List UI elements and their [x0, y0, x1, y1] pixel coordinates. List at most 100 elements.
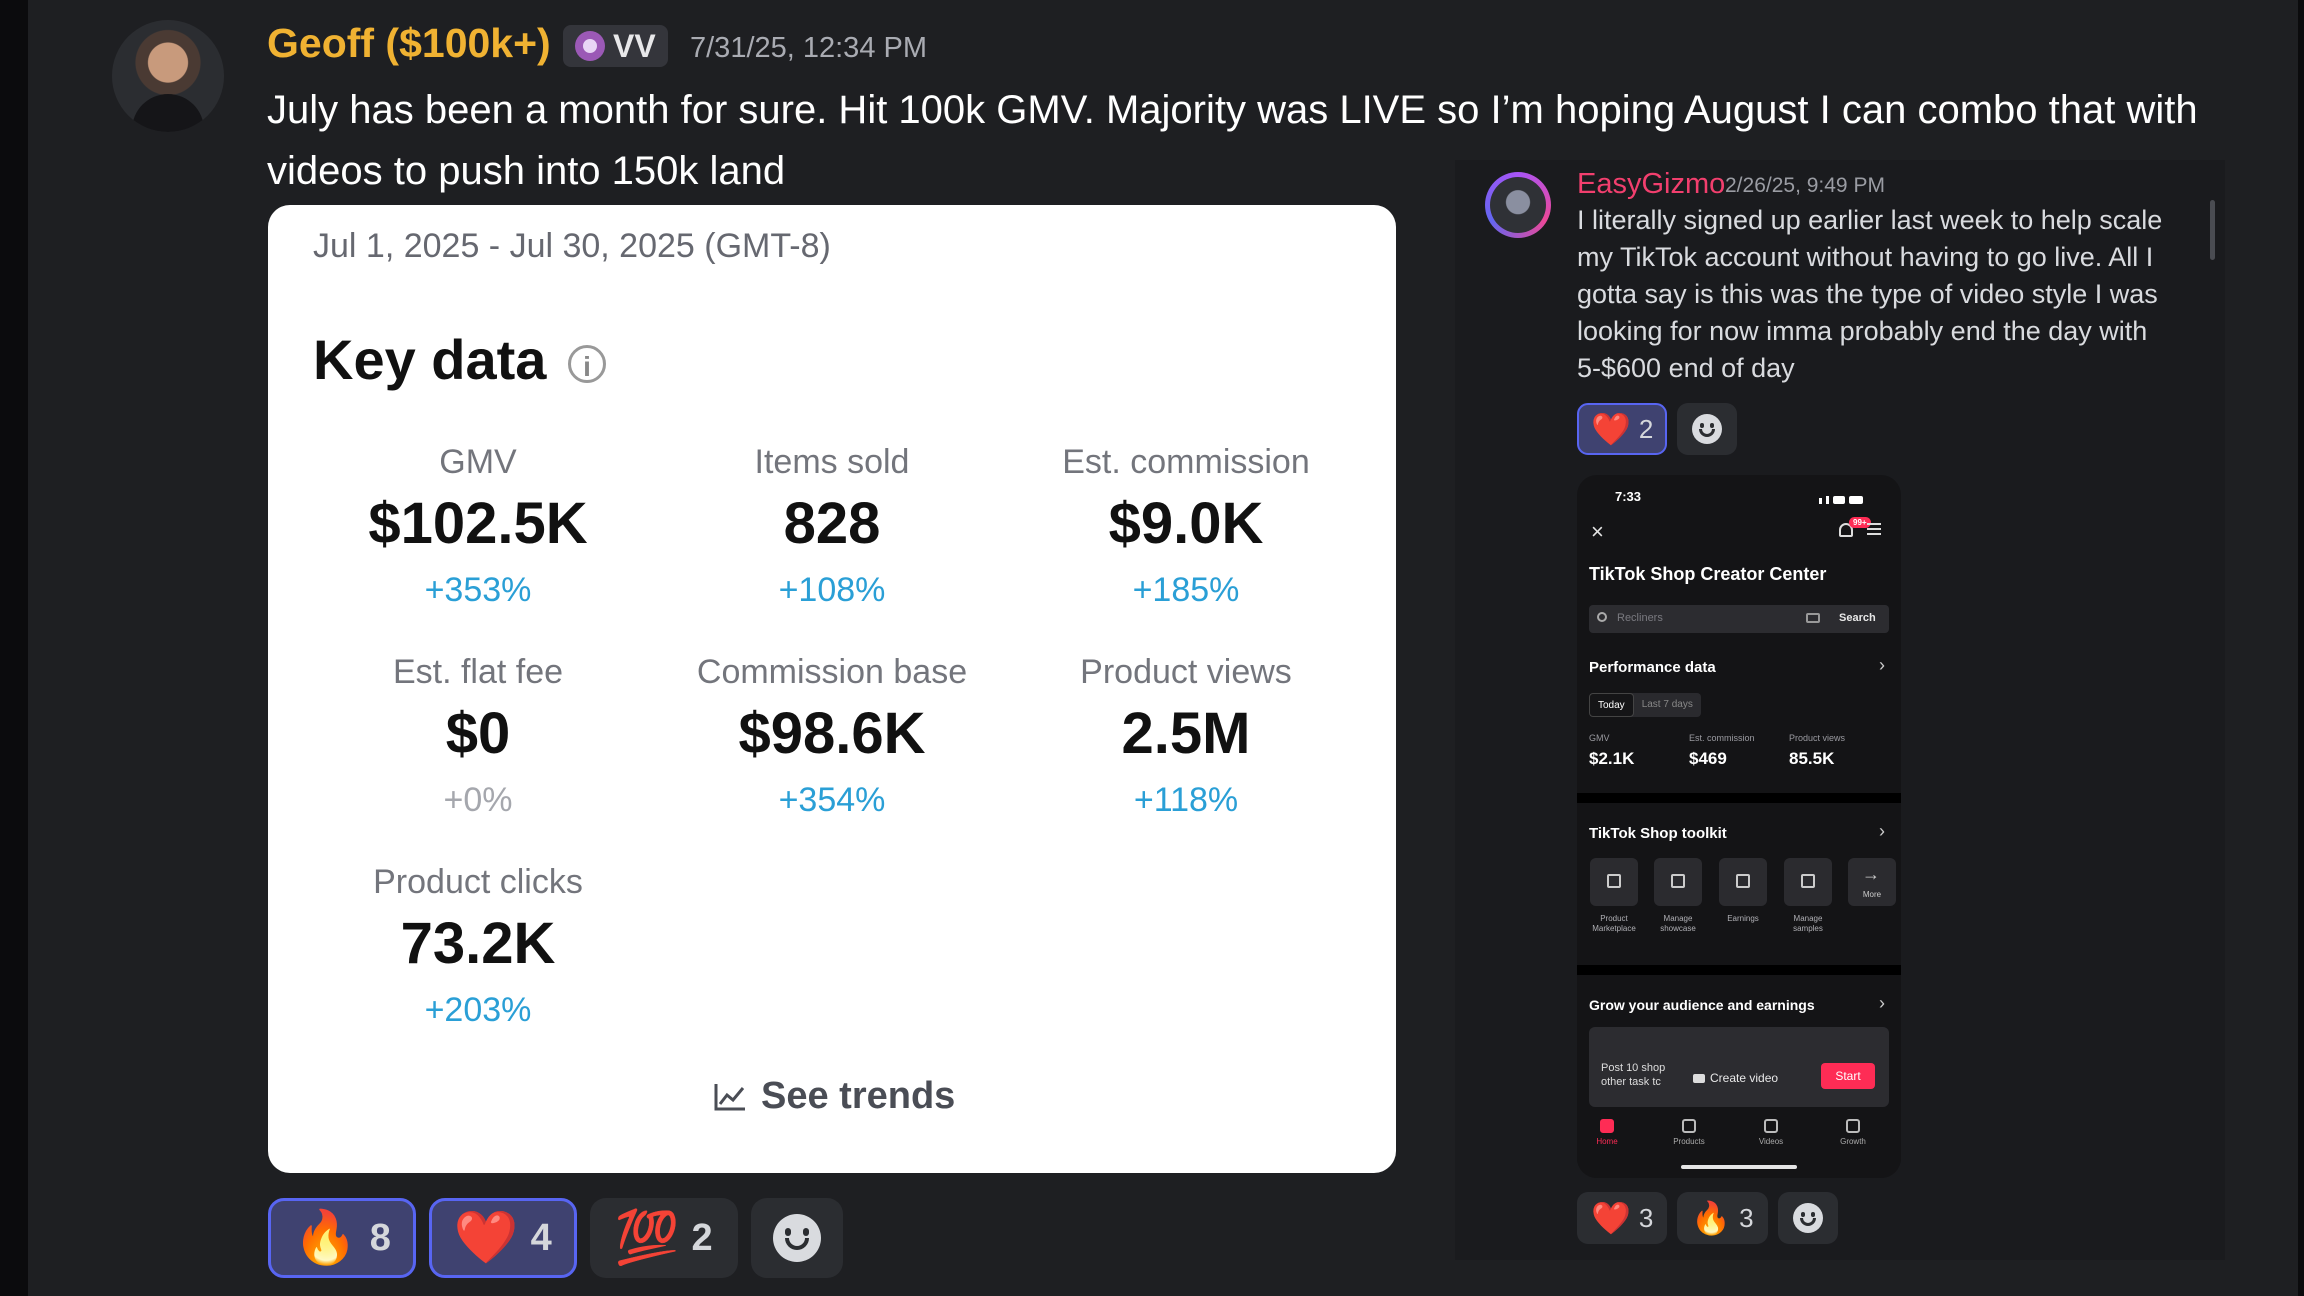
tool-manage-samples: Manage samples — [1783, 858, 1833, 934]
metric-change: +203% — [424, 991, 532, 1029]
metric-value: 73.2K — [400, 911, 556, 976]
smiley-icon — [1792, 1203, 1823, 1233]
side-reaction-bar: ❤️ 2 — [1577, 403, 1738, 455]
shop-bag-icon — [1590, 858, 1638, 906]
role-badge[interactable]: VV — [563, 25, 668, 67]
chat-view: Geoff ($100k+) VV 7/31/25, 12:34 PM July… — [28, 0, 2298, 1296]
chevron-right-icon: › — [1879, 993, 1885, 1013]
metric-label: Items sold — [754, 443, 910, 481]
badge-label: VV — [613, 27, 656, 64]
performance-title: Performance data — [1589, 659, 1716, 676]
fire-icon: 🔥 — [1691, 1200, 1732, 1236]
metric-change: +185% — [1132, 571, 1240, 609]
metric-value: 2.5M — [1121, 701, 1251, 766]
phone-stat-views: Product views 85.5K — [1789, 733, 1845, 769]
side-reaction-heart[interactable]: ❤️ 2 — [1577, 403, 1668, 455]
metric-label: Product clicks — [373, 863, 583, 901]
video-icon — [1764, 1119, 1778, 1133]
reaction-count: 4 — [530, 1216, 552, 1259]
phone-page-title: TikTok Shop Creator Center — [1589, 564, 1827, 584]
status-bar-icons — [1819, 491, 1873, 504]
phone-stat-gmv: GMV $2.1K — [1589, 733, 1634, 769]
key-data-title: Key data — [313, 328, 547, 391]
grow-title: Grow your audience and earnings — [1589, 997, 1815, 1013]
badge-icon — [575, 31, 605, 61]
tool-label: Product Marketplace — [1592, 914, 1636, 933]
trend-chart-icon — [714, 1083, 745, 1110]
tab-last-7-days: Last 7 days — [1641, 699, 1693, 710]
metric-est-flat-fee: Est. flat fee $0 +0% — [298, 653, 658, 820]
reaction-heart[interactable]: ❤️ 4 — [428, 1198, 577, 1278]
fire-icon: 🔥 — [293, 1209, 358, 1267]
stat-value: $2.1K — [1589, 749, 1635, 768]
heart-icon: ❤️ — [1591, 411, 1631, 447]
search-button: Search — [1839, 612, 1876, 624]
see-trends-link: See trends — [713, 1075, 955, 1118]
reaction-bar: 🔥 8 ❤️ 4 💯 2 — [268, 1198, 843, 1278]
section-divider — [1577, 793, 1901, 803]
see-trends-label: See trends — [761, 1075, 956, 1117]
menu-icon — [1867, 523, 1881, 535]
heart-icon: ❤️ — [1591, 1200, 1631, 1236]
period-tabs: Today Last 7 days — [1589, 693, 1701, 717]
phone-search-bar: Recliners Search — [1589, 605, 1889, 633]
search-placeholder: Recliners — [1617, 612, 1663, 624]
smiley-icon — [772, 1214, 821, 1262]
chevron-right-icon: › — [1879, 821, 1885, 841]
side-reaction-fire[interactable]: 🔥 3 — [1677, 1192, 1768, 1244]
bag-icon — [1682, 1119, 1696, 1133]
earnings-icon — [1719, 858, 1767, 906]
more-label: More — [1862, 890, 1882, 899]
metric-value: $98.6K — [738, 701, 926, 766]
metric-label: Est. flat fee — [392, 653, 564, 691]
metric-product-clicks: Product clicks 73.2K +203% — [298, 863, 658, 1030]
metric-est-commission: Est. commission $9.0K +185% — [1006, 443, 1366, 610]
reaction-count: 8 — [369, 1216, 391, 1259]
easygizmo-avatar[interactable] — [1485, 172, 1551, 238]
showcase-bag-icon — [1654, 858, 1702, 906]
tool-more: → More — [1847, 858, 1897, 906]
close-icon: × — [1591, 519, 1604, 544]
side-author-name[interactable]: EasyGizmo — [1577, 168, 1725, 201]
reaction-hundred[interactable]: 💯 2 — [589, 1198, 738, 1278]
reaction-count: 2 — [1638, 413, 1654, 444]
reaction-fire[interactable]: 🔥 8 — [268, 1198, 416, 1278]
smiley-icon — [1692, 414, 1723, 444]
gift-icon — [1784, 858, 1832, 906]
home-indicator — [1681, 1165, 1797, 1169]
arrow-right-icon: → — [1862, 864, 1880, 884]
author-name[interactable]: Geoff ($100k+) — [267, 20, 551, 67]
metric-change: +353% — [424, 571, 532, 609]
key-data-image[interactable]: Jul 1, 2025 - Jul 30, 2025 (GMT-8) Key d… — [268, 205, 1396, 1173]
toolkit-title: TikTok Shop toolkit — [1589, 825, 1727, 842]
add-reaction-button[interactable] — [750, 1198, 843, 1278]
phone-stat-commission: Est. commission $469 — [1689, 733, 1755, 769]
metric-value: $0 — [445, 701, 511, 766]
metric-value: $9.0K — [1108, 491, 1264, 556]
side-add-reaction-button-2[interactable] — [1777, 1192, 1838, 1244]
message-timestamp: 7/31/25, 12:34 PM — [690, 32, 927, 64]
info-icon: i — [568, 345, 606, 383]
side-reaction-heart-2[interactable]: ❤️ 3 — [1577, 1192, 1668, 1244]
metric-gmv: GMV $102.5K +353% — [298, 443, 658, 610]
author-avatar[interactable] — [112, 20, 224, 132]
task-card: Post 10 shop other task tc Create video … — [1589, 1027, 1889, 1107]
metric-commission-base: Commission base $98.6K +354% — [652, 653, 1012, 820]
metric-items-sold: Items sold 828 +108% — [652, 443, 1012, 610]
metric-label: Est. commission — [1062, 443, 1310, 481]
heart-icon: ❤️ — [453, 1209, 519, 1267]
metric-value: $102.5K — [368, 491, 588, 556]
nav-home: Home — [1577, 1119, 1637, 1146]
reaction-count: 3 — [1638, 1202, 1654, 1233]
side-add-reaction-button[interactable] — [1677, 403, 1738, 455]
tiktok-phone-screenshot[interactable]: 7:33 × 99+ TikTok Shop Creator Center Re… — [1577, 475, 1901, 1178]
scrollbar[interactable] — [2210, 200, 2215, 260]
side-bottom-reaction-bar: ❤️ 3 🔥 3 — [1577, 1192, 1838, 1244]
tool-label: Earnings — [1727, 914, 1759, 923]
tab-today: Today — [1589, 693, 1634, 717]
task-text: Post 10 shop other task tc — [1601, 1062, 1666, 1088]
tool-earnings: Earnings — [1718, 858, 1768, 924]
reaction-count: 2 — [691, 1216, 713, 1259]
camera-icon — [1806, 613, 1820, 623]
metric-change: +0% — [443, 781, 513, 819]
